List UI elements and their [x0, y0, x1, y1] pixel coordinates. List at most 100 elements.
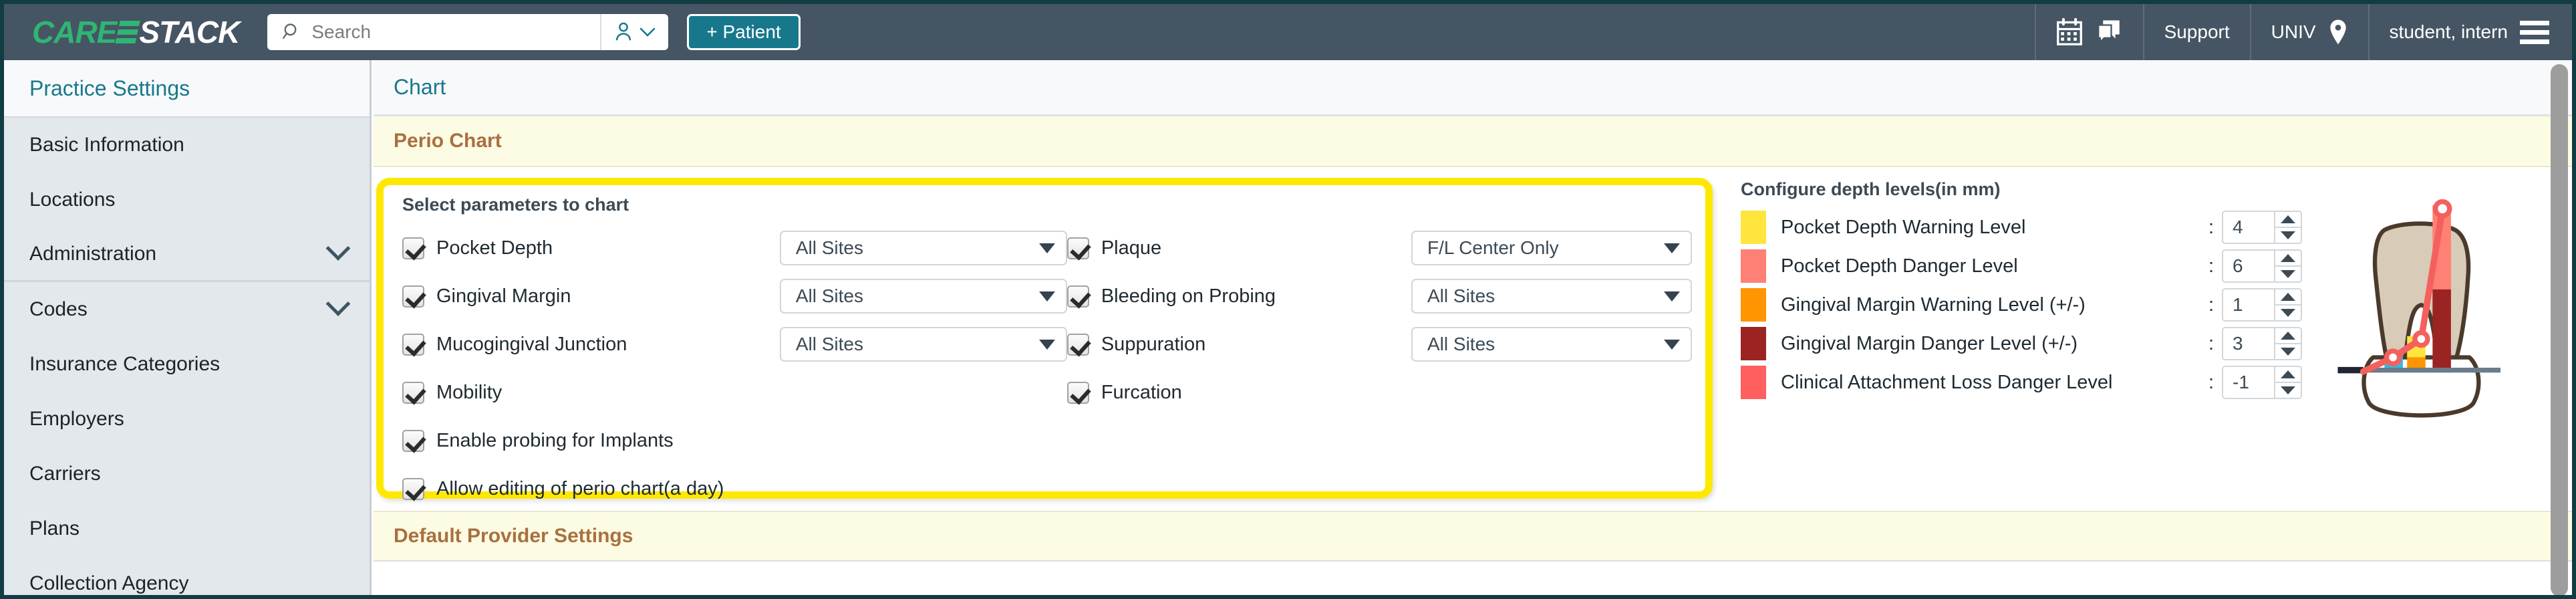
- sidebar-item-codes[interactable]: Codes: [4, 282, 370, 337]
- sidebar-item-basic-information[interactable]: Basic Information: [4, 118, 370, 172]
- stepper-value[interactable]: 1: [2222, 288, 2275, 322]
- select-pocket-depth-sites[interactable]: All Sites: [779, 231, 1067, 265]
- location-selector[interactable]: UNIV: [2249, 4, 2368, 60]
- depth-level-label: Gingival Margin Warning Level (+/-): [1781, 293, 2086, 316]
- parameter-row-mucogingival-junction: Mucogingival Junction All Sites: [402, 320, 1067, 368]
- hamburger-menu-icon[interactable]: [2520, 20, 2549, 44]
- chat-icon[interactable]: [2095, 18, 2123, 46]
- stepper-down-button[interactable]: [2275, 382, 2301, 398]
- chevron-down-icon: [325, 235, 351, 261]
- checkbox-pocket-depth[interactable]: [402, 237, 424, 259]
- select-plaque-sites[interactable]: F/L Center Only: [1411, 231, 1692, 265]
- stepper-down-button[interactable]: [2275, 265, 2301, 281]
- data-point: [2384, 348, 2402, 366]
- sidebar-item-collection-agency[interactable]: Collection Agency: [4, 556, 370, 595]
- parameter-row-allow-editing-perio-chart: Allow editing of perio chart(a day): [402, 465, 1067, 513]
- sidebar-item-locations[interactable]: Locations: [4, 172, 370, 227]
- color-swatch-pocket-depth-danger: [1741, 249, 1766, 283]
- search-container: Search: [267, 14, 669, 50]
- section-title: Perio Chart: [394, 130, 502, 152]
- stepper-buttons[interactable]: [2275, 366, 2302, 399]
- add-patient-button[interactable]: + Patient: [687, 14, 801, 50]
- select-mucogingival-junction-sites[interactable]: All Sites: [779, 327, 1067, 362]
- stepper-up-button[interactable]: [2275, 251, 2301, 265]
- stepper-buttons[interactable]: [2275, 249, 2302, 283]
- checkbox-furcation[interactable]: [1066, 381, 1089, 404]
- checkbox-plaque[interactable]: [1066, 237, 1089, 259]
- stepper-value[interactable]: -1: [2222, 366, 2275, 399]
- bar-darkred: [2432, 289, 2451, 371]
- location-pin-icon: [2329, 19, 2346, 45]
- checkbox-allow-editing-perio-chart[interactable]: [402, 477, 424, 500]
- patient-type-dropdown[interactable]: [601, 14, 668, 50]
- parameter-label: Allow editing of perio chart(a day): [436, 477, 724, 499]
- triangle-down-icon: [2281, 309, 2295, 317]
- chevron-down-icon: [640, 27, 656, 37]
- stepper-pocket-depth-danger[interactable]: 6: [2222, 249, 2302, 283]
- sidebar-item-plans[interactable]: Plans: [4, 501, 370, 556]
- checkbox-mobility[interactable]: [402, 381, 424, 404]
- stepper-buttons[interactable]: [2275, 288, 2302, 322]
- stepper-up-button[interactable]: [2275, 367, 2301, 382]
- select-gingival-margin-sites[interactable]: All Sites: [779, 279, 1067, 314]
- support-button[interactable]: Support: [2142, 4, 2250, 60]
- sidebar-item-label: Carriers: [29, 463, 101, 485]
- stepper-pocket-depth-warning[interactable]: 4: [2222, 211, 2302, 244]
- stepper-buttons[interactable]: [2275, 211, 2302, 244]
- stepper-up-button[interactable]: [2275, 328, 2301, 343]
- person-icon: [616, 22, 631, 41]
- parameter-label: Mobility: [436, 381, 503, 403]
- checkbox-bleeding-on-probing[interactable]: [1066, 285, 1089, 308]
- depth-level-label: Pocket Depth Danger Level: [1781, 255, 2018, 277]
- stepper-value[interactable]: 3: [2222, 327, 2275, 360]
- checkbox-gingival-margin[interactable]: [402, 285, 424, 308]
- depth-row-gingival-margin-warning: Gingival Margin Warning Level (+/-) : 1: [1741, 285, 2302, 324]
- stepper-value[interactable]: 6: [2222, 249, 2275, 283]
- stepper-down-button[interactable]: [2275, 343, 2301, 359]
- user-menu[interactable]: student, intern: [2368, 4, 2572, 60]
- stepper-up-button[interactable]: [2275, 212, 2301, 227]
- stepper-clinical-attachment-loss-danger[interactable]: -1: [2222, 366, 2302, 399]
- carestack-logo[interactable]: CARE STACK: [32, 14, 240, 50]
- triangle-up-icon: [2281, 332, 2295, 340]
- depth-levels-title: Configure depth levels(in mm): [1741, 179, 2001, 199]
- sidebar-item-insurance-categories[interactable]: Insurance Categories: [4, 337, 370, 392]
- stepper-down-button[interactable]: [2275, 304, 2301, 320]
- logo-stack-text: STACK: [139, 15, 240, 49]
- checkbox-suppuration[interactable]: [1066, 333, 1089, 356]
- section-header-perio-chart[interactable]: Perio Chart: [374, 116, 2572, 167]
- triangle-up-icon: [2281, 370, 2295, 378]
- select-bleeding-on-probing-sites[interactable]: All Sites: [1411, 279, 1692, 314]
- select-value: All Sites: [1427, 334, 1495, 354]
- chevron-down-icon: [1038, 291, 1055, 302]
- section-header-default-provider-settings[interactable]: Default Provider Settings: [374, 511, 2572, 562]
- parameter-column-right: Plaque F/L Center Only Bleeding on Probi…: [1066, 224, 1692, 513]
- sidebar-item-carriers[interactable]: Carriers: [4, 447, 370, 501]
- depth-level-label: Clinical Attachment Loss Danger Level: [1781, 371, 2113, 393]
- depth-row-clinical-attachment-loss-danger: Clinical Attachment Loss Danger Level : …: [1741, 363, 2302, 402]
- stepper-up-button[interactable]: [2275, 289, 2301, 304]
- stepper-down-button[interactable]: [2275, 227, 2301, 243]
- vertical-scrollbar[interactable]: [2551, 64, 2568, 595]
- stepper-gingival-margin-warning[interactable]: 1: [2222, 288, 2302, 322]
- stepper-buttons[interactable]: [2275, 327, 2302, 360]
- user-name-label: student, intern: [2389, 21, 2508, 42]
- select-value: All Sites: [795, 237, 863, 258]
- calendar-icon[interactable]: [2056, 18, 2083, 46]
- sidebar-title: Practice Settings: [4, 60, 370, 118]
- select-suppuration-sites[interactable]: All Sites: [1411, 327, 1692, 362]
- separator: :: [2208, 293, 2214, 316]
- header-right-group: Support UNIV student, intern: [2034, 4, 2572, 60]
- sidebar-item-administration[interactable]: Administration: [4, 227, 370, 282]
- parameter-row-plaque: Plaque F/L Center Only: [1066, 224, 1692, 272]
- stepper-gingival-margin-danger[interactable]: 3: [2222, 327, 2302, 360]
- stepper-value[interactable]: 4: [2222, 211, 2275, 244]
- perio-tooth-illustration: [2305, 182, 2552, 423]
- search-input[interactable]: Search: [267, 14, 602, 50]
- separator: :: [2208, 371, 2214, 393]
- checkbox-enable-probing-implants[interactable]: [402, 429, 424, 452]
- checkbox-mucogingival-junction[interactable]: [402, 333, 424, 356]
- sidebar-item-label: Collection Agency: [29, 572, 189, 594]
- breadcrumb-chart[interactable]: Chart: [394, 75, 446, 100]
- sidebar-item-employers[interactable]: Employers: [4, 392, 370, 447]
